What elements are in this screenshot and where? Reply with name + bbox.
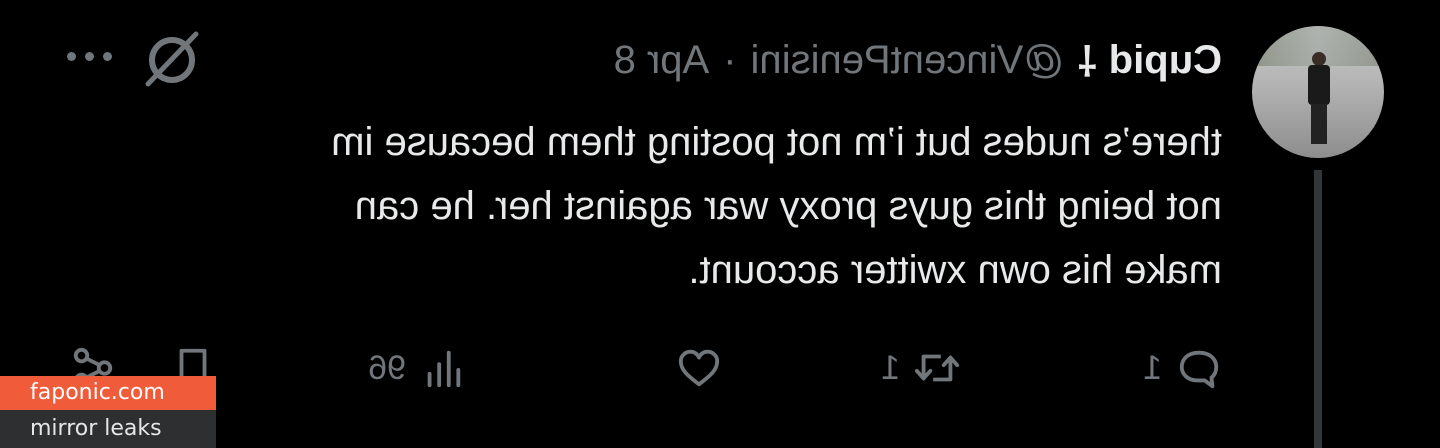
reply-button[interactable]: 1 [1143, 338, 1222, 398]
views-count: 96 [368, 348, 406, 387]
retweet-count: 1 [881, 348, 900, 387]
tweet-line: there’s nudes but i’m not posting them b… [331, 120, 1222, 164]
retweet-button[interactable]: 1 [881, 338, 960, 398]
tweet-date[interactable]: Apr 8 [614, 38, 710, 83]
reply-count: 1 [1143, 348, 1162, 387]
mirrored-tweet: Cupid ⸸ @VincentPenisini · Apr 8 there’s… [0, 0, 1440, 448]
display-name[interactable]: Cupid [1109, 38, 1222, 83]
tweet-line: not being this guys proxy war against he… [354, 184, 1222, 228]
tweet-header: Cupid ⸸ @VincentPenisini · Apr 8 [614, 36, 1222, 85]
like-button[interactable] [662, 338, 722, 398]
avatar[interactable] [1252, 26, 1384, 158]
handle[interactable]: @VincentPenisini [751, 38, 1064, 83]
tweet-line: make his own xwitter account. [688, 248, 1222, 292]
reply-icon [1179, 350, 1219, 389]
tweet-text: there’s nudes but i’m not posting them b… [98, 110, 1222, 302]
name-badge: ⸸ [1077, 40, 1097, 85]
retweet-icon [914, 354, 960, 382]
views-icon [427, 350, 461, 388]
watermark-site: faponic.com [0, 376, 216, 410]
like-icon [678, 349, 720, 387]
avatar-figure [1306, 52, 1332, 144]
views-button[interactable]: 96 [368, 338, 466, 398]
grok-icon[interactable] [140, 26, 204, 90]
more-icon[interactable] [58, 36, 122, 76]
separator: · [723, 37, 737, 82]
thread-line [1314, 170, 1322, 448]
watermark-tagline: mirror leaks [0, 410, 216, 448]
